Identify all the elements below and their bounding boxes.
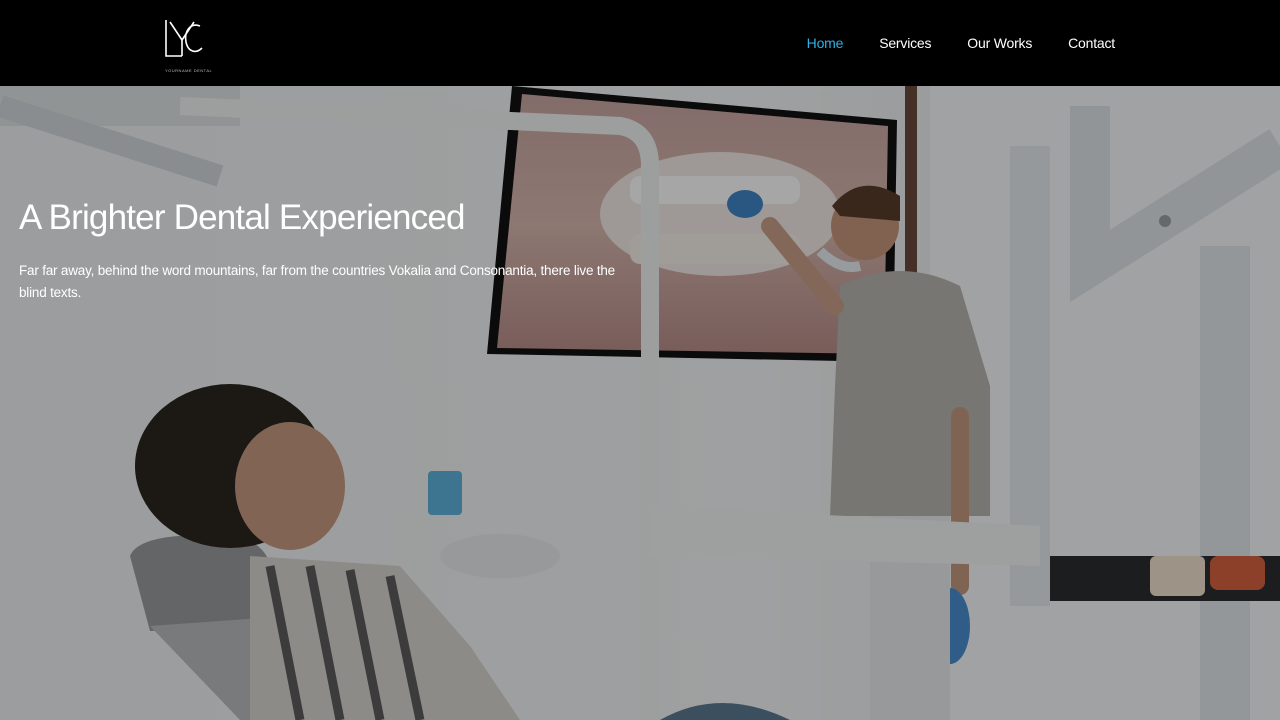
- logo-tagline: YOURNAME DENTAL: [165, 68, 213, 73]
- hero-title: A Brighter Dental Experienced: [19, 198, 465, 237]
- logo-monogram-icon: [165, 20, 203, 57]
- nav-item-home[interactable]: Home: [807, 35, 844, 51]
- hero-description: Far far away, behind the word mountains,…: [19, 263, 615, 300]
- nav-item-services[interactable]: Services: [879, 35, 931, 51]
- brand-logo[interactable]: YOURNAME DENTAL: [160, 16, 213, 76]
- hero-section: A Brighter Dental Experienced Far far aw…: [0, 86, 1280, 720]
- site-header: YOURNAME DENTAL Home Services Our Works …: [0, 0, 1280, 86]
- nav-item-our-works[interactable]: Our Works: [967, 35, 1032, 51]
- nav-item-contact[interactable]: Contact: [1068, 35, 1115, 51]
- hero-overlay: [0, 86, 1280, 720]
- hero-content: A Brighter Dental Experienced Far far aw…: [19, 196, 639, 304]
- main-nav: Home Services Our Works Contact: [807, 0, 1116, 86]
